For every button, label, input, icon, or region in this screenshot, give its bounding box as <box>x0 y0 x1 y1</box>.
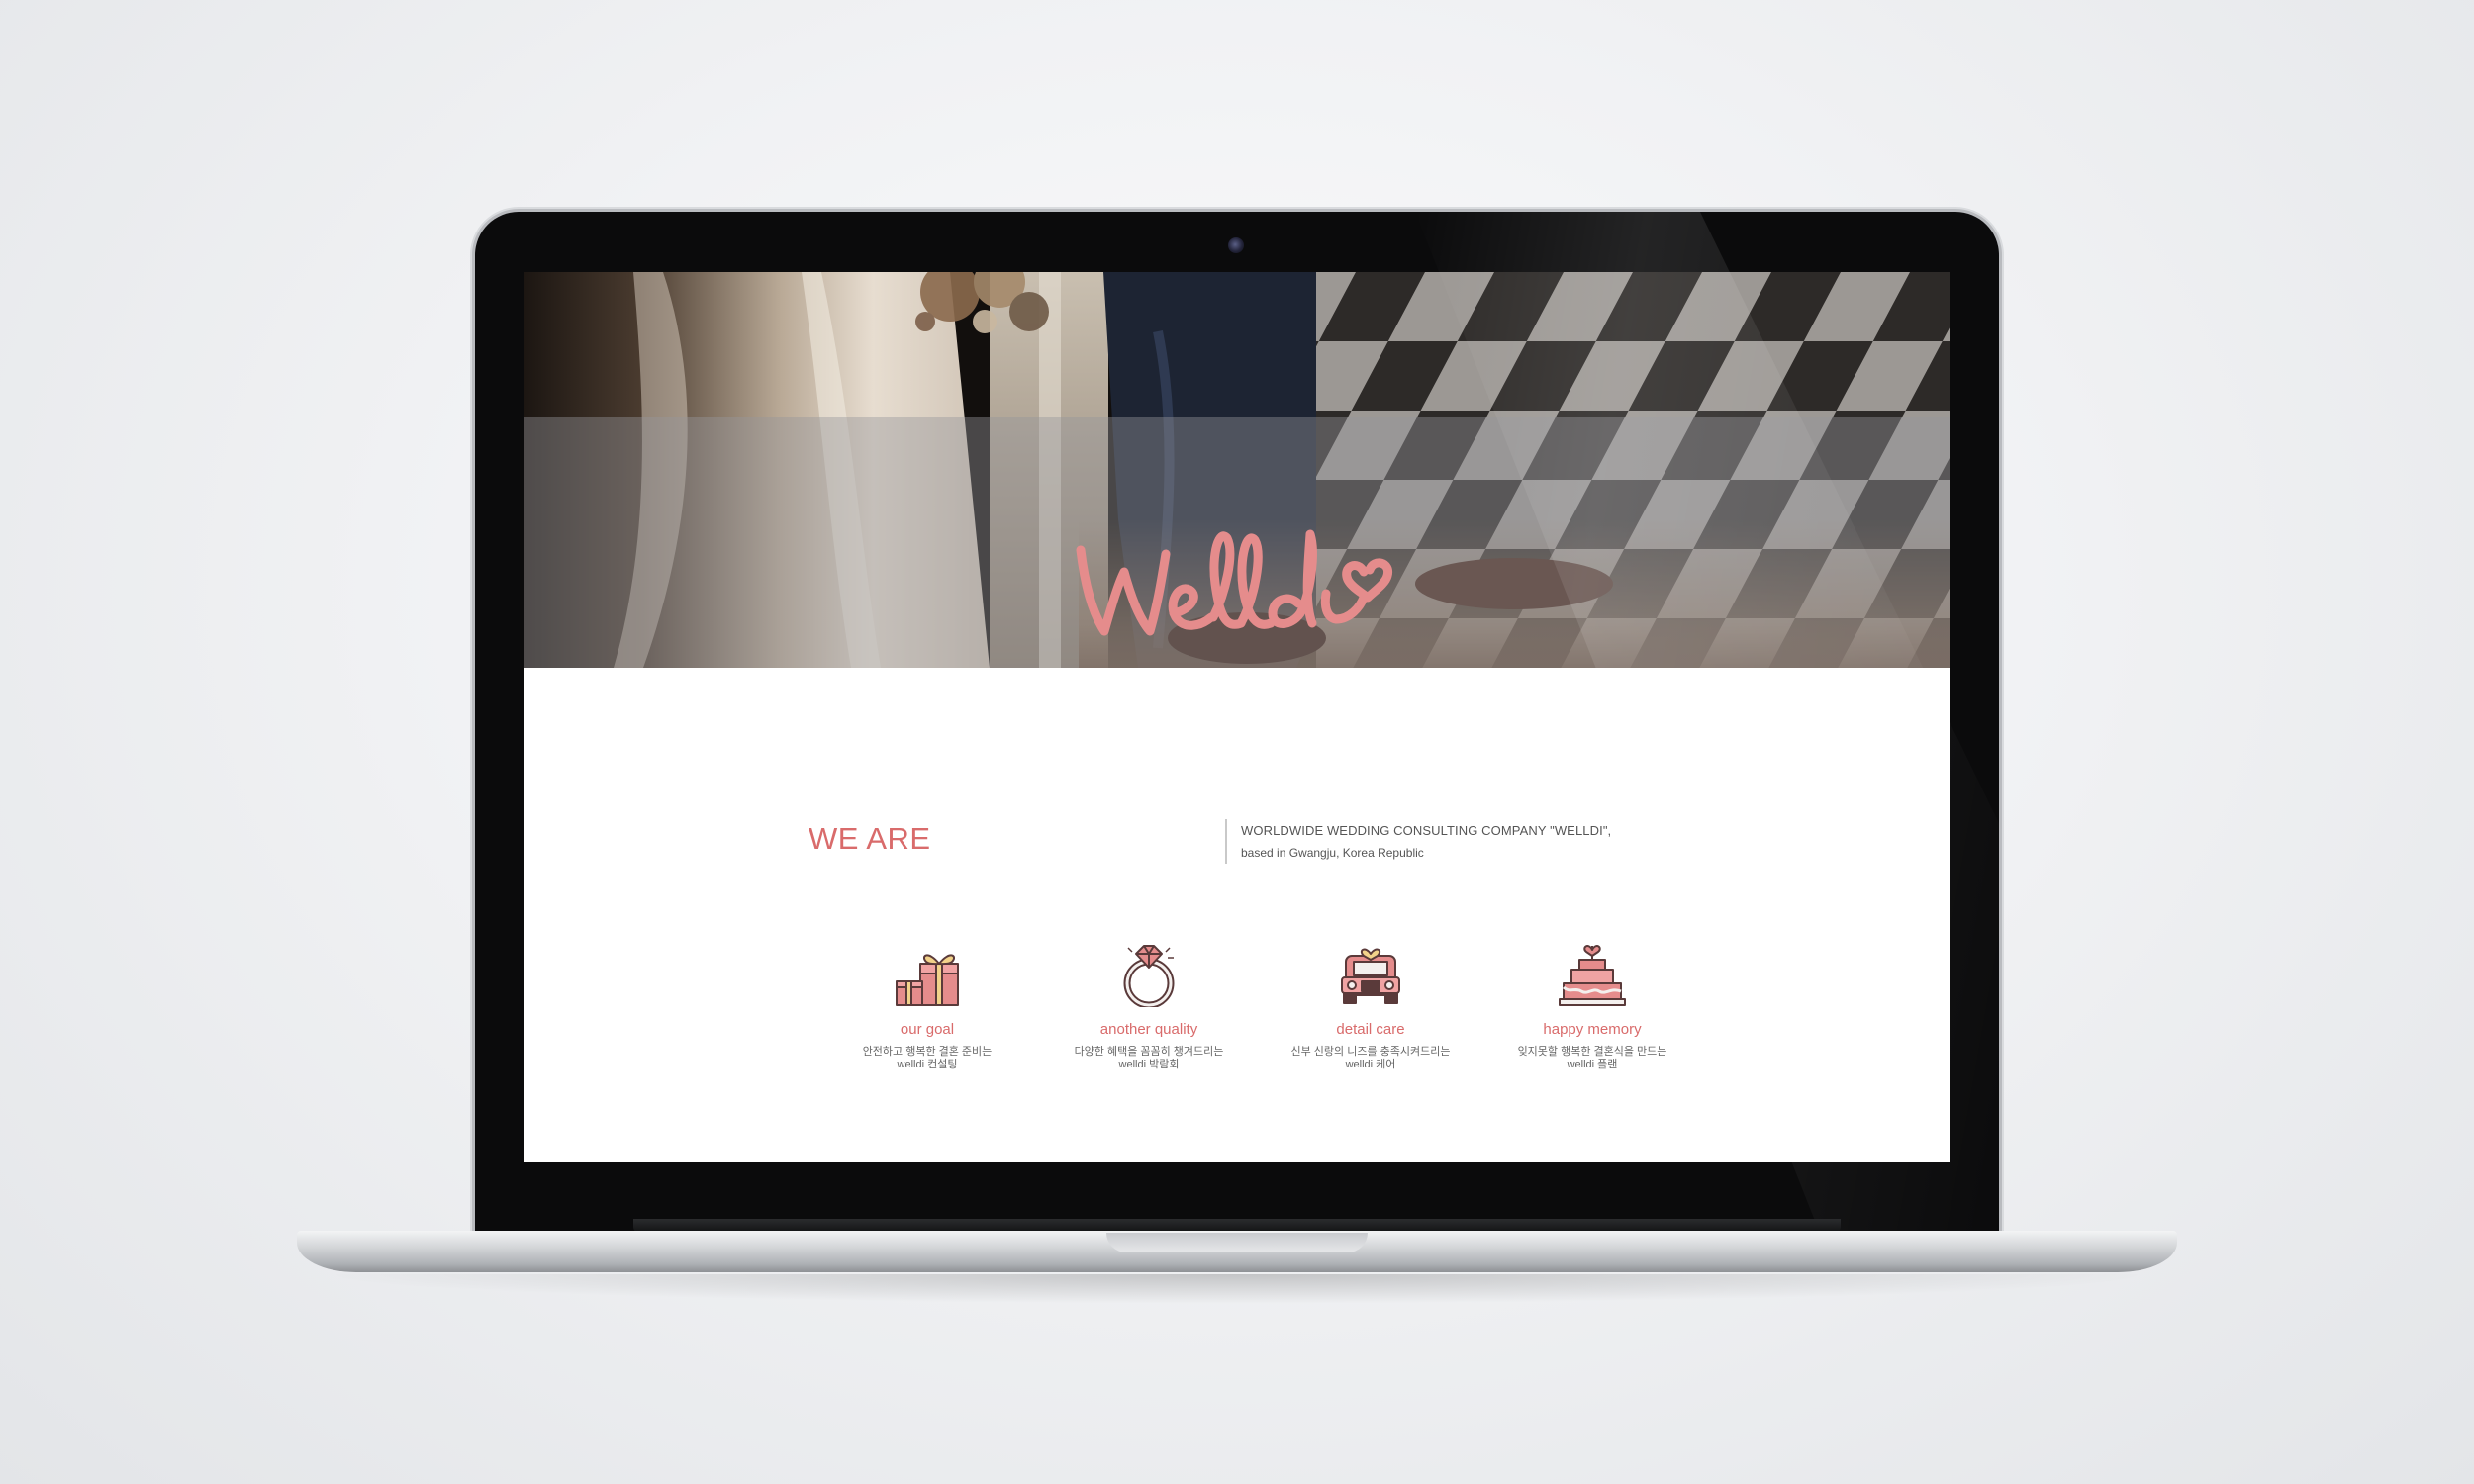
feature-title: detail care <box>1336 1021 1405 1038</box>
wedding-cake-icon <box>1559 945 1626 1006</box>
website-screen: WE ARE WORLDWIDE WEDDING CONSULTING COMP… <box>524 272 1950 1162</box>
feature-our-goal[interactable]: our goal 안전하고 행복한 결혼 준비는 welldi 컨설팅 <box>816 942 1038 1070</box>
vertical-divider <box>1225 819 1227 864</box>
feature-title: happy memory <box>1543 1021 1642 1038</box>
diamond-ring-icon <box>1123 945 1175 1007</box>
welldi-logo <box>1067 514 1423 648</box>
section-heading: WE ARE <box>809 821 931 856</box>
welldi-logo-mark <box>1076 529 1393 636</box>
feature-desc: welldi 컨설팅 <box>897 1059 958 1070</box>
hero-banner <box>524 272 1950 668</box>
feature-desc: 다양한 혜택을 꼼꼼히 챙겨드리는 <box>1074 1046 1224 1058</box>
feature-desc: 안전하고 행복한 결혼 준비는 <box>862 1046 993 1058</box>
about-text-line2: based in Gwangju, Korea Republic <box>1241 846 1424 860</box>
laptop-opening-notch <box>1106 1233 1368 1252</box>
feature-desc: welldi 케어 <box>1345 1059 1396 1070</box>
feature-title: our goal <box>900 1021 955 1038</box>
feature-happy-memory[interactable]: happy memory 잊지못할 행복한 결혼식을 만드는 welldi 플랜 <box>1481 942 1703 1070</box>
about-text-line1: WORLDWIDE WEDDING CONSULTING COMPANY "WE… <box>1241 823 1612 838</box>
feature-desc: 신부 신랑의 니즈를 충족시켜드리는 <box>1290 1046 1451 1058</box>
gift-icon <box>896 954 959 1006</box>
laptop-shadow <box>317 1274 2157 1304</box>
camera-icon <box>1228 237 1244 253</box>
feature-detail-care[interactable]: detail care 신부 신랑의 니즈를 충족시켜드리는 welldi 케어 <box>1260 942 1481 1070</box>
feature-title: another quality <box>1099 1021 1198 1038</box>
feature-another-quality[interactable]: another quality 다양한 혜택을 꼼꼼히 챙겨드리는 welldi… <box>1038 942 1260 1070</box>
wedding-car-icon <box>1341 948 1400 1004</box>
feature-desc: welldi 플랜 <box>1567 1059 1618 1070</box>
feature-desc: 잊지못할 행복한 결혼식을 만드는 <box>1517 1046 1667 1058</box>
feature-desc: welldi 박람회 <box>1118 1059 1180 1070</box>
